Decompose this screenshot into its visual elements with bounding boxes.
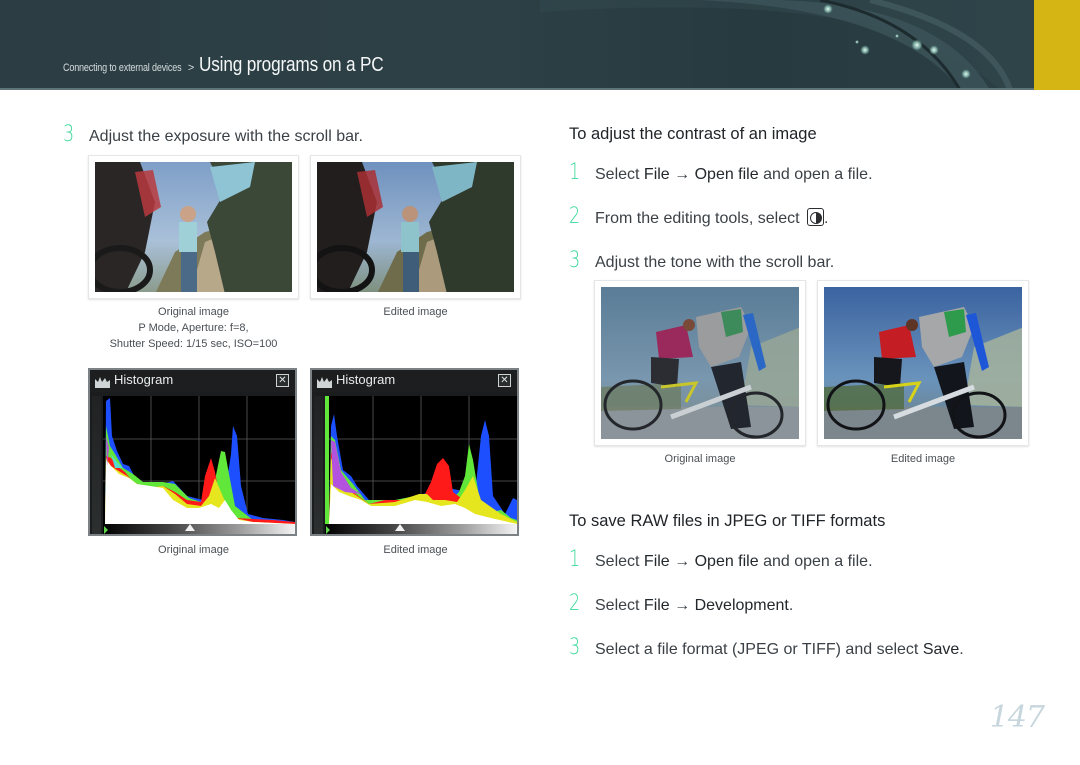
raw-step-1: 1 Select File → Open file and open a fil… [569, 547, 873, 572]
histogram-titlebar: Histogram ✕ [312, 370, 517, 392]
caption-original-exposure: Original image P Mode, Aperture: f=8, Sh… [88, 304, 299, 352]
photo-original-contrast [594, 280, 806, 446]
step-text: Select File → Development. [595, 597, 794, 614]
photo-original-exposure [88, 155, 299, 299]
header-divider [0, 88, 1034, 90]
caption-label: Edited image [383, 306, 448, 318]
close-icon[interactable]: ✕ [498, 374, 511, 387]
step-number: 3 [569, 635, 581, 660]
histogram-sidebar [92, 396, 101, 534]
contrast-step-3: 3 Adjust the tone with the scroll bar. [569, 248, 834, 273]
cyclist-woman-photo [95, 162, 292, 292]
step-text: Adjust the tone with the scroll bar. [595, 254, 835, 271]
raw-step-3: 3 Select a file format (JPEG or TIFF) an… [569, 635, 964, 660]
menu-development: Development [694, 597, 789, 614]
caption-detail: P Mode, Aperture: f=8, [138, 322, 249, 334]
contrast-step-2: 2 From the editing tools, select . [569, 204, 828, 229]
close-icon[interactable]: ✕ [276, 374, 289, 387]
caption-label: Original image [158, 306, 229, 318]
photo-edited-contrast [817, 280, 1029, 446]
histogram-level-track[interactable] [325, 524, 517, 534]
caption-edited-histogram: Edited image [383, 544, 448, 556]
caption-edited-contrast: Edited image [890, 453, 956, 465]
cyclists-photo [601, 287, 799, 439]
contrast-step-1: 1 Select File → Open file and open a fil… [569, 160, 873, 185]
histogram-plot-original [103, 396, 295, 524]
step-text: Adjust the exposure with the scroll bar. [89, 128, 363, 145]
page-number: 147 [989, 700, 1045, 735]
cyclist-woman-photo [317, 162, 514, 292]
histogram-icon [95, 377, 110, 388]
breadcrumb-current: Using programs on a PC [198, 54, 384, 76]
step-text: Select File → Open file and open a file. [595, 166, 873, 183]
save-label: Save [922, 641, 960, 658]
step-number: 3 [569, 248, 581, 273]
raw-step-2: 2 Select File → Development. [569, 591, 793, 616]
menu-file: File [643, 166, 670, 183]
step-number: 3 [63, 122, 75, 147]
histogram-title: Histogram [114, 372, 174, 387]
step-number: 1 [569, 160, 581, 185]
contrast-section-title: To adjust the contrast of an image [569, 125, 817, 143]
menu-file: File [643, 597, 670, 614]
step-number: 2 [569, 591, 581, 616]
caption-edited-exposure: Edited image [310, 304, 521, 320]
contrast-icon [806, 208, 824, 226]
step-text: Select a file format (JPEG or TIFF) and … [595, 641, 964, 658]
menu-open-file: Open file [694, 166, 759, 183]
cyclists-photo [824, 287, 1022, 439]
photo-edited-exposure [310, 155, 521, 299]
page-header-banner: Connecting to external devices > Using p… [0, 0, 1080, 90]
caption-detail: Shutter Speed: 1/15 sec, ISO=100 [109, 338, 278, 350]
black-point-marker[interactable] [326, 526, 330, 534]
chapter-tab [1034, 0, 1080, 90]
histogram-title: Histogram [336, 372, 396, 387]
histogram-level-slider[interactable] [185, 524, 195, 531]
step-text: From the editing tools, select . [595, 208, 829, 227]
histogram-icon [317, 377, 332, 388]
step-number: 1 [569, 547, 581, 572]
histogram-level-track[interactable] [103, 524, 295, 534]
breadcrumb-separator: > [187, 62, 195, 74]
caption-original-histogram: Original image [158, 544, 229, 556]
raw-section-title: To save RAW files in JPEG or TIFF format… [569, 512, 886, 530]
menu-file: File [643, 553, 670, 570]
histogram-plot-edited [325, 396, 517, 524]
step-number: 2 [569, 204, 581, 229]
histogram-level-slider[interactable] [395, 524, 405, 531]
caption-original-contrast: Original image [664, 453, 736, 465]
black-point-marker[interactable] [104, 526, 108, 534]
histogram-window-original: Histogram ✕ [88, 368, 297, 536]
breadcrumb: Connecting to external devices > Using p… [63, 54, 413, 77]
breadcrumb-parent[interactable]: Connecting to external devices [63, 62, 182, 74]
exposure-step: 3 Adjust the exposure with the scroll ba… [63, 122, 363, 147]
histogram-window-edited: Histogram ✕ [310, 368, 519, 536]
menu-open-file: Open file [694, 553, 759, 570]
histogram-sidebar [314, 396, 323, 534]
step-text: Select File → Open file and open a file. [595, 553, 873, 570]
histogram-titlebar: Histogram ✕ [90, 370, 295, 392]
